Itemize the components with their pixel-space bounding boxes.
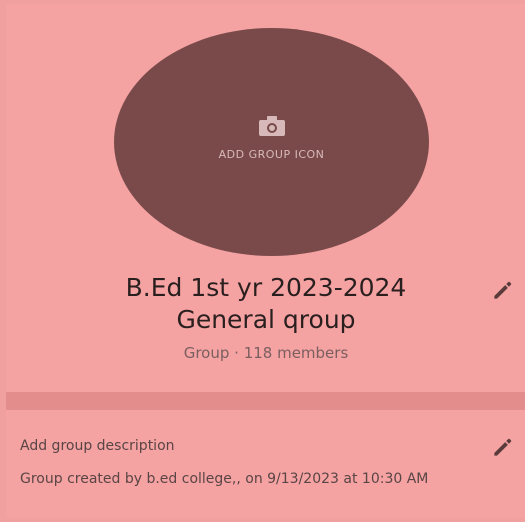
edit-description-pencil-icon[interactable] <box>490 434 516 460</box>
group-members-count: Group · 118 members <box>183 344 349 362</box>
group-name: B.Ed 1st yr 2023-2024 General qroup <box>46 272 486 336</box>
group-info-screen: ADD GROUP ICON B.Ed 1st yr 2023-2024 Gen… <box>6 4 525 518</box>
camera-icon <box>258 116 285 136</box>
add-description-link[interactable]: Add group description <box>20 438 175 454</box>
group-name-line-1: B.Ed 1st yr 2023-2024 <box>125 273 407 302</box>
description-section: Add group description Group created by b… <box>6 410 525 518</box>
edit-name-pencil-icon[interactable] <box>490 277 516 303</box>
group-header: ADD GROUP ICON B.Ed 1st yr 2023-2024 Gen… <box>6 4 525 392</box>
section-divider <box>6 392 525 410</box>
add-group-icon-button[interactable]: ADD GROUP ICON <box>114 28 429 256</box>
add-group-icon-label: ADD GROUP ICON <box>218 148 325 161</box>
group-name-line-2: General qroup <box>176 305 356 334</box>
group-created-info: Group created by b.ed college,, on 9/13/… <box>20 471 429 487</box>
